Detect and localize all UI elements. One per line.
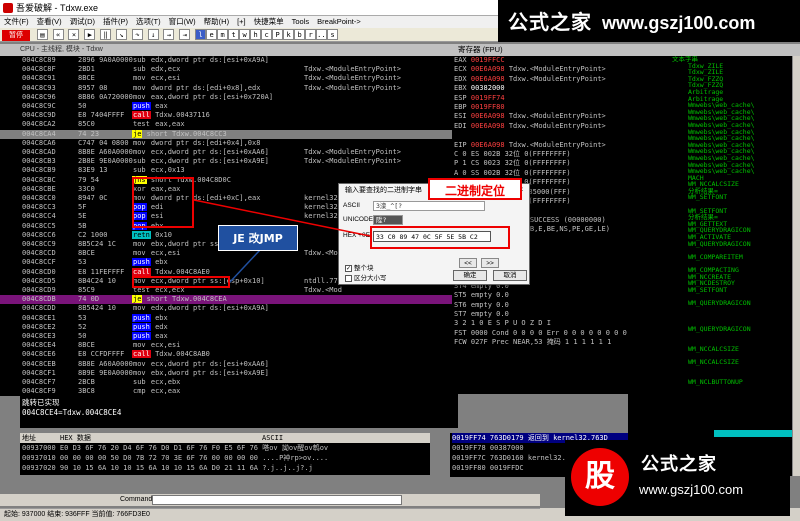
watermark-logo-bottom: 股 公式之家 www.gszj100.com bbox=[565, 440, 790, 516]
annotation-binary-label: 二进制定位 bbox=[428, 178, 522, 200]
logo-badge: 股 bbox=[571, 448, 629, 506]
annotation-je-label: JE 改JMP bbox=[218, 225, 298, 251]
arrow-line bbox=[229, 249, 261, 283]
logo-url: www.gszj100.com bbox=[639, 482, 744, 497]
logo-text: 公式之家 bbox=[641, 454, 717, 475]
